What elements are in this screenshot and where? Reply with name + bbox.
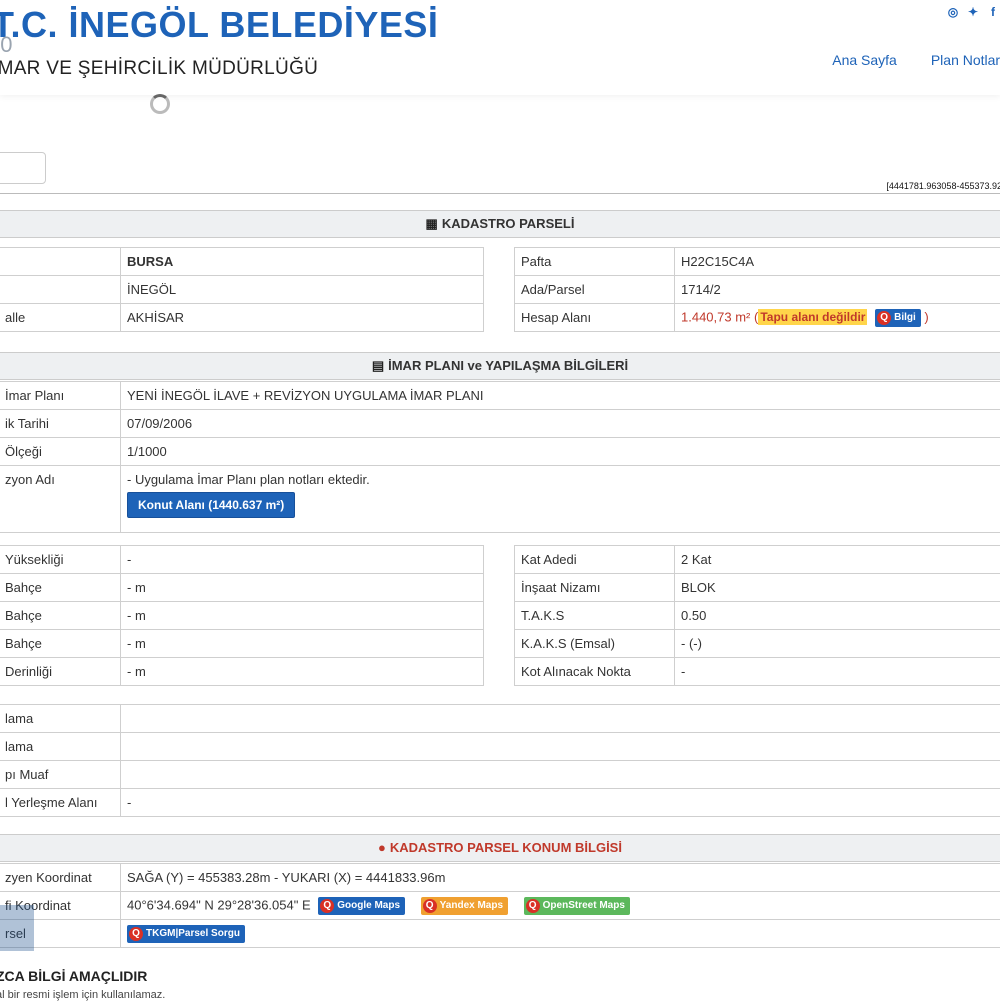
misc-table: lama lama pı Muaf l Yerleşme Alanı-: [0, 704, 1000, 817]
table-row: Bahçe- m: [0, 630, 484, 658]
table-row: alle AKHİSAR: [0, 304, 484, 332]
map-logo-icon: Q: [526, 899, 540, 913]
kadastro-heading: ▦KADASTRO PARSELİ: [0, 210, 1000, 238]
yapi-right-table: Kat Adedi2 Kat İnşaat NizamıBLOK T.A.K.S…: [514, 545, 1000, 686]
nav-home[interactable]: Ana Sayfa: [832, 52, 897, 68]
table-row: ik Tarihi 07/09/2006: [0, 410, 1000, 438]
tkgm-parcel-query-button[interactable]: QTKGM|Parsel Sorgu: [127, 925, 245, 943]
table-row: Hesap Alanı 1.440,73 m² (Tapu alanı deği…: [515, 304, 1000, 332]
map-logo-icon: Q: [129, 927, 143, 941]
table-row: İnşaat NizamıBLOK: [515, 574, 1000, 602]
table-row: rsel QTKGM|Parsel Sorgu: [0, 920, 1000, 948]
konum-table: zyen Koordinat SAĞA (Y) = 455383.28m - Y…: [0, 863, 1000, 948]
table-row: Yüksekliği-: [0, 546, 484, 574]
table-row: İNEGÖL: [0, 276, 484, 304]
kadastro-right-table: Pafta H22C15C4A Ada/Parsel 1714/2 Hesap …: [514, 247, 1000, 332]
site-title[interactable]: T.C. İNEGÖL BELEDİYESİ: [0, 4, 438, 46]
nav-plan-notes[interactable]: Plan Notları: [931, 52, 1000, 68]
table-row: İmar Planı YENİ İNEGÖL İLAVE + REVİZYON …: [0, 382, 1000, 410]
facebook-icon[interactable]: f: [986, 5, 1000, 19]
table-row: Ada/Parsel 1714/2: [515, 276, 1000, 304]
search-input[interactable]: [0, 152, 46, 184]
page-header: T.C. İNEGÖL BELEDİYESİ 20 İMAR VE ŞEHİRC…: [0, 0, 1000, 95]
table-row: zyen Koordinat SAĞA (Y) = 455383.28m - Y…: [0, 864, 1000, 892]
map-logo-icon: Q: [423, 899, 437, 913]
imar-table: İmar Planı YENİ İNEGÖL İLAVE + REVİZYON …: [0, 381, 1000, 533]
disclaimer-title: ZCA BİLGİ AMAÇLIDIR: [0, 968, 147, 984]
info-button[interactable]: QBilgi: [875, 309, 921, 327]
department-name: İMAR VE ŞEHİRCİLİK MÜDÜRLÜĞÜ: [0, 58, 318, 80]
plan-note: - Uygulama İmar Planı plan notları ekted…: [127, 472, 995, 487]
kadastro-left-table: BURSA İNEGÖL alle AKHİSAR: [0, 247, 484, 332]
instagram-icon[interactable]: ◎: [946, 5, 960, 19]
imar-heading: ▤İMAR PLANI ve YAPILAŞMA BİLGİLERİ: [0, 352, 1000, 380]
info-icon: Q: [877, 311, 891, 325]
table-row: Kat Adedi2 Kat: [515, 546, 1000, 574]
table-row: K.A.K.S (Emsal)- (-): [515, 630, 1000, 658]
map-logo-icon: Q: [320, 899, 334, 913]
coordinate-readout: [4441781.963058-455373.92: [886, 181, 1000, 191]
table-row: Bahçe- m: [0, 574, 484, 602]
geo-coordinate: 40°6'34.694" N 29°28'36.054" E: [127, 897, 311, 912]
twitter-icon[interactable]: ✦: [966, 5, 980, 19]
site-subtitle: 20: [0, 32, 12, 58]
yandex-maps-button[interactable]: QYandex Maps: [421, 897, 508, 915]
google-maps-button[interactable]: QGoogle Maps: [318, 897, 405, 915]
table-row: l Yerleşme Alanı-: [0, 789, 1000, 817]
table-row: zyon Adı - Uygulama İmar Planı plan notl…: [0, 466, 1000, 533]
table-row: Ölçeği 1/1000: [0, 438, 1000, 466]
table-row: Derinliği- m: [0, 658, 484, 686]
table-row: pı Muaf: [0, 761, 1000, 789]
zoning-area-button[interactable]: Konut Alanı (1440.637 m²): [127, 492, 295, 518]
top-nav: Ana Sayfa Plan Notları: [832, 52, 1000, 68]
area-warning: Tapu alanı değildir: [758, 309, 867, 325]
table-row: lama: [0, 705, 1000, 733]
table-row: BURSA: [0, 248, 484, 276]
table-row: fi Koordinat 40°6'34.694" N 29°28'36.054…: [0, 892, 1000, 920]
document-icon: ▤: [372, 353, 384, 379]
area-value: 1.440,73 m²: [681, 309, 750, 324]
grid-icon: ▦: [426, 211, 438, 237]
map-pin-icon: ●: [378, 835, 386, 861]
watermark-logo: [0, 905, 34, 951]
social-links: ◎ ✦ f: [946, 5, 1000, 19]
konum-heading: ●KADASTRO PARSEL KONUM BİLGİSİ: [0, 834, 1000, 862]
table-row: lama: [0, 733, 1000, 761]
openstreet-maps-button[interactable]: QOpenStreet Maps: [524, 897, 630, 915]
table-row: T.A.K.S0.50: [515, 602, 1000, 630]
disclaimer-text: al bir resmi işlem için kullanılamaz.: [0, 989, 165, 1001]
table-row: Kot Alınacak Nokta-: [515, 658, 1000, 686]
table-row: Pafta H22C15C4A: [515, 248, 1000, 276]
divider: [0, 193, 1000, 194]
yapi-left-table: Yüksekliği- Bahçe- m Bahçe- m Bahçe- m D…: [0, 545, 484, 686]
loading-spinner-icon: [150, 94, 170, 114]
table-row: Bahçe- m: [0, 602, 484, 630]
